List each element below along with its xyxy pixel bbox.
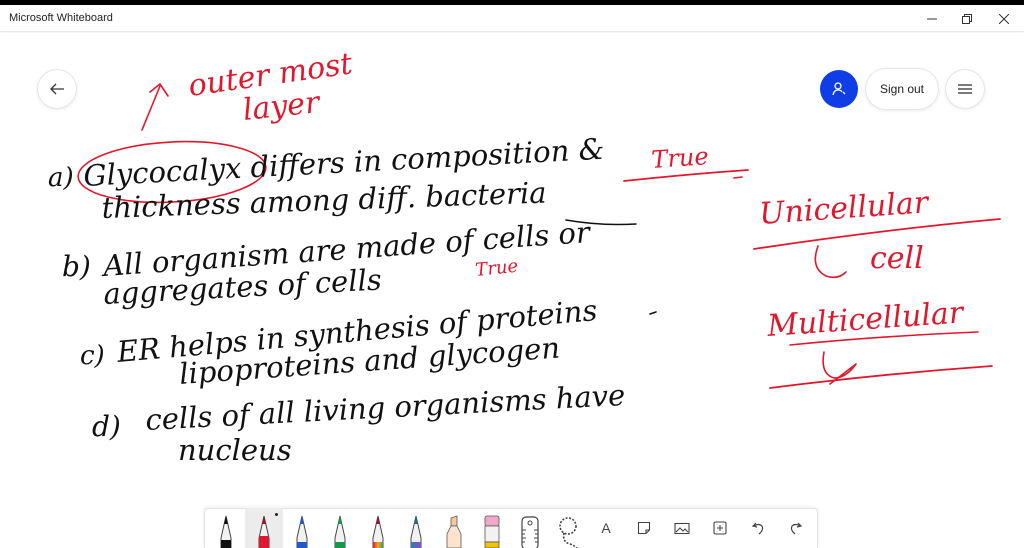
text-icon: A bbox=[601, 520, 611, 536]
pen-icon bbox=[296, 515, 308, 548]
hamburger-icon bbox=[958, 84, 972, 94]
menu-button[interactable] bbox=[946, 70, 984, 108]
text-tool[interactable]: A bbox=[587, 508, 625, 548]
sticky-note-tool[interactable] bbox=[625, 508, 663, 548]
sign-out-button[interactable]: Sign out bbox=[866, 69, 938, 109]
pen-icon bbox=[258, 515, 270, 548]
window-title: Microsoft Whiteboard bbox=[9, 12, 113, 24]
person-add-icon bbox=[832, 82, 846, 96]
sticky-note-icon bbox=[637, 521, 651, 535]
pen-icon bbox=[410, 515, 422, 548]
image-icon bbox=[674, 522, 690, 534]
pen-icon bbox=[220, 515, 232, 548]
close-button[interactable] bbox=[984, 5, 1024, 32]
image-tool[interactable] bbox=[663, 508, 701, 548]
galaxy-pen-tool[interactable] bbox=[397, 508, 435, 548]
highlighter-icon bbox=[446, 515, 462, 548]
ruler-icon bbox=[521, 516, 539, 548]
arrow-left-icon bbox=[50, 83, 64, 95]
minimize-icon bbox=[927, 18, 937, 19]
lasso-tool[interactable] bbox=[549, 508, 587, 548]
red-pen-tool[interactable] bbox=[245, 508, 283, 548]
restore-button[interactable] bbox=[947, 5, 987, 32]
inking-toolbar: A bbox=[204, 508, 818, 548]
eraser-tool[interactable] bbox=[473, 508, 511, 548]
black-pen-tool[interactable] bbox=[207, 508, 245, 548]
insert-tool[interactable] bbox=[701, 508, 739, 548]
pen-icon bbox=[372, 515, 384, 548]
close-icon bbox=[999, 13, 1009, 24]
blue-pen-tool[interactable] bbox=[283, 508, 321, 548]
undo-button[interactable] bbox=[739, 508, 777, 548]
green-pen-tool[interactable] bbox=[321, 508, 359, 548]
account-button[interactable] bbox=[820, 70, 858, 108]
pen-icon bbox=[334, 515, 346, 548]
restore-icon bbox=[962, 13, 972, 24]
undo-icon bbox=[751, 522, 764, 535]
lasso-icon bbox=[559, 517, 578, 548]
pen-settings-dot[interactable] bbox=[275, 513, 278, 516]
rainbow-pen-tool[interactable] bbox=[359, 508, 397, 548]
eraser-icon bbox=[484, 515, 500, 548]
whiteboard-canvas[interactable] bbox=[0, 33, 1024, 548]
redo-icon bbox=[790, 522, 803, 535]
minimize-button[interactable] bbox=[912, 5, 952, 32]
back-button[interactable] bbox=[38, 70, 76, 108]
redo-button[interactable] bbox=[777, 508, 815, 548]
highlighter-tool[interactable] bbox=[435, 508, 473, 548]
ruler-tool[interactable] bbox=[511, 508, 549, 548]
insert-plus-icon bbox=[713, 521, 727, 535]
title-bar: Microsoft Whiteboard bbox=[0, 5, 1024, 32]
